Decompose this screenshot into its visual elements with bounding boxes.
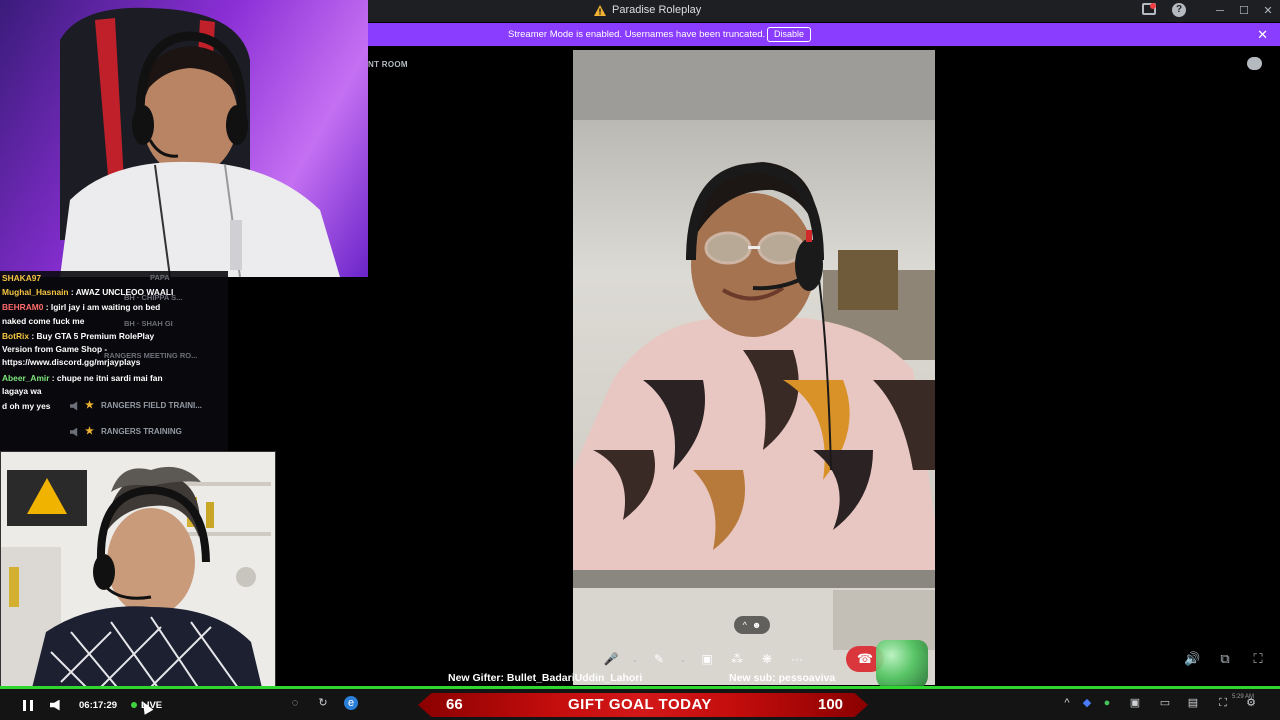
gift-goal-current: 66	[446, 696, 463, 713]
volume-icon[interactable]	[50, 699, 60, 711]
chat-username: SHAKA97	[2, 273, 42, 283]
chevron-up-icon: ^	[742, 620, 747, 630]
inbox-icon[interactable]	[1142, 3, 1158, 19]
muted-speaker-icon	[70, 427, 78, 437]
chat-username: BEHRAM0	[2, 302, 44, 312]
stream-alerts-bar: New Gifter: Bullet_BadariUddin_Lahori Ne…	[0, 670, 1280, 686]
guest-webcam-feed	[1, 452, 275, 690]
guest-webcam	[0, 451, 276, 691]
chat-text: : Igirl jay i am waiting on bed	[43, 302, 161, 312]
pause-icon[interactable]	[23, 699, 33, 711]
mic-options-chevron-icon[interactable]: ⌄	[630, 648, 640, 670]
microphone-icon[interactable]: 🎤	[600, 648, 622, 670]
channel-label: RANGERS FIELD TRAINI...	[101, 401, 202, 410]
star-icon: ★	[85, 400, 94, 411]
tray-monitor-icon[interactable]: ▤	[1186, 696, 1200, 710]
gift-goal-label: GIFT GOAL TODAY	[568, 696, 712, 713]
phone-hangup-icon: ☎	[856, 651, 874, 666]
chat-line: Version from Game Shop -	[2, 342, 226, 356]
voice-room-name: NT ROOM	[368, 60, 408, 69]
tray-window-icon[interactable]: ▣	[1128, 696, 1142, 710]
chat-text: https://www.discord.gg/mrjayplays	[2, 357, 141, 367]
new-sub-alert: New sub: pessoaviva	[729, 672, 836, 684]
disable-streamer-mode-button[interactable]: Disable	[767, 27, 812, 42]
participant-video-feed	[573, 50, 935, 685]
tray-app-icon[interactable]: ◆	[1080, 696, 1094, 710]
tray-up-arrow-icon[interactable]: ^	[1060, 696, 1074, 710]
people-icon: ☻	[751, 620, 762, 630]
streamer-mode-banner: Streamer Mode is enabled. Usernames have…	[368, 23, 1280, 46]
tray-display-icon[interactable]: ▭	[1158, 696, 1172, 710]
participant-video-tile[interactable]	[573, 50, 935, 685]
gift-bubbles-jar-graphic	[876, 640, 928, 690]
volume-icon[interactable]: 🔊	[1184, 651, 1200, 667]
chat-line: naked come fuck me	[2, 314, 226, 328]
help-icon[interactable]: ?	[1172, 3, 1188, 19]
gift-goal-banner: 66 GIFT GOAL TODAY 100	[418, 693, 868, 717]
chat-line: BotRix : Buy GTA 5 Premium RolePlay	[2, 329, 226, 343]
chat-line: lagaya wa	[2, 384, 226, 398]
window-title-group: Paradise Roleplay	[594, 4, 701, 16]
expand-controls-button[interactable]: ^ ☻	[734, 616, 770, 634]
close-banner-icon[interactable]: ✕	[1257, 27, 1268, 42]
discord-titlebar: Paradise Roleplay ? ─ ☐ ✕	[368, 0, 1280, 22]
fullscreen-icon[interactable]: ⛶	[1250, 651, 1266, 667]
call-control-bar: 🎤 ⌄ ✎ ⌄ ▣ ⁂ ❋ ···	[600, 646, 840, 672]
twitch-chat-overlay: PAPA BH · CHIPPA S... BH · SHAH GI RANGE…	[0, 271, 228, 451]
channel-label: RANGERS TRAINING	[101, 427, 182, 436]
chat-text: naked come fuck me	[2, 316, 85, 326]
chat-text: : AWAZ UNCLEOO WAALI	[68, 287, 174, 297]
muted-speaker-icon	[70, 401, 78, 411]
chat-username: BotRix	[2, 331, 29, 341]
player-controls: 06:17:29 LIVE	[0, 692, 162, 718]
channel-rangers-field-training[interactable]: ★ RANGERS FIELD TRAINI...	[70, 399, 202, 413]
streamer-webcam-feed	[60, 7, 340, 277]
chat-line: https://www.discord.gg/mrjayplays	[2, 355, 226, 369]
camera-options-chevron-icon[interactable]: ⌄	[678, 648, 688, 670]
maximize-button[interactable]: ☐	[1236, 3, 1252, 19]
popout-icon[interactable]: ⧉	[1217, 651, 1233, 667]
chat-text: Version from Game Shop -	[2, 344, 108, 354]
chat-line: Abeer_Amir : chupe ne itni sardi mai fan	[2, 371, 226, 385]
close-window-button[interactable]: ✕	[1260, 3, 1276, 19]
chat-username: Abeer_Amir	[2, 373, 50, 383]
stream-screen: Paradise Roleplay ? ─ ☐ ✕ Streamer Mode …	[0, 0, 1280, 720]
browser-icon[interactable]: e	[344, 696, 358, 710]
camera-off-icon[interactable]: ✎	[648, 648, 670, 670]
minimize-button[interactable]: ─	[1212, 3, 1228, 19]
chat-line: Mughal_Hasnain : AWAZ UNCLEOO WAALI	[2, 285, 226, 299]
chat-line: SHAKA97	[2, 271, 226, 285]
chat-username: Mughal_Hasnain	[2, 287, 69, 297]
game-icon[interactable]: ◌	[288, 696, 302, 710]
refresh-icon[interactable]: ↻	[316, 696, 330, 710]
chat-line: BEHRAM0 : Igirl jay i am waiting on bed	[2, 300, 226, 314]
screen-share-icon[interactable]: ▣	[696, 648, 718, 670]
star-icon: ★	[85, 426, 94, 437]
window-title: Paradise Roleplay	[612, 4, 702, 16]
stream-uptime: 06:17:29	[79, 699, 118, 711]
warning-icon	[594, 4, 606, 16]
gift-goal-target: 100	[818, 696, 844, 713]
tray-nvidia-icon[interactable]: ●	[1100, 696, 1114, 710]
live-indicator-dot	[131, 702, 138, 708]
chat-text: : Buy GTA 5 Premium RolePlay	[29, 331, 155, 341]
streamer-webcam	[0, 0, 368, 277]
system-clock: 5:29 AM	[1231, 694, 1254, 700]
channel-rangers-training[interactable]: ★ RANGERS TRAINING	[70, 425, 182, 439]
new-gifter-alert: New Gifter: Bullet_BadariUddin_Lahori	[448, 672, 643, 684]
chat-text: lagaya wa	[2, 386, 42, 396]
more-options-icon[interactable]: ···	[786, 648, 808, 670]
chat-bubble-icon[interactable]	[1247, 57, 1262, 70]
activities-icon[interactable]: ⁂	[726, 648, 748, 670]
chat-text: : chupe ne itni sardi mai fan	[49, 373, 163, 383]
chat-text: d oh my yes	[2, 401, 51, 411]
banner-message: Streamer Mode is enabled. Usernames have…	[508, 29, 766, 40]
soundboard-icon[interactable]: ❋	[756, 648, 778, 670]
